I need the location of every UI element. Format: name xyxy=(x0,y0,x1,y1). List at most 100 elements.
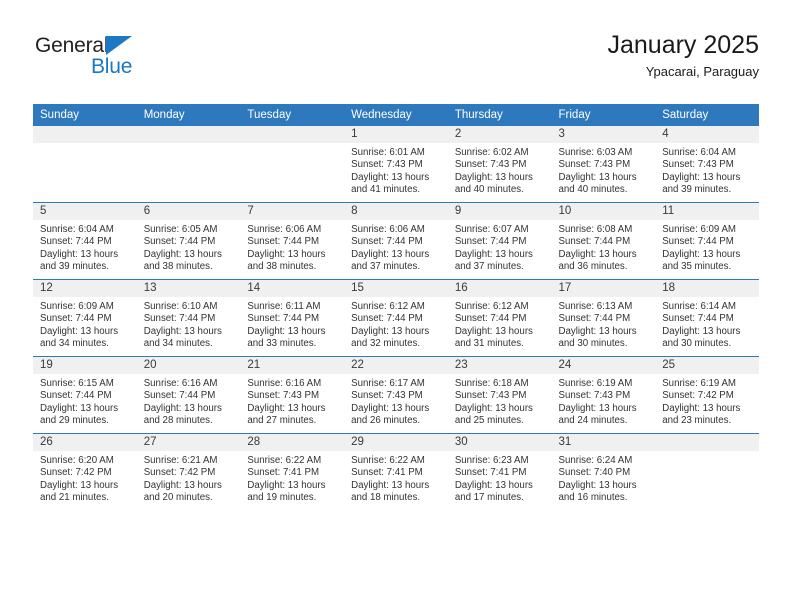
day-number: 29 xyxy=(344,434,448,451)
day-number: 14 xyxy=(240,280,345,297)
calendar-header-row: Sunday Monday Tuesday Wednesday Thursday… xyxy=(33,104,759,126)
sunrise-text: Sunrise: 6:19 AM xyxy=(662,378,736,389)
day-details: Sunrise: 6:12 AM Sunset: 7:44 PM Daylight:… xyxy=(448,297,552,351)
calendar-day-cell[interactable]: 7 Sunrise: 6:06 AM Sunset: 7:44 PM Daylight… xyxy=(240,202,345,280)
day-number: 15 xyxy=(344,280,448,297)
sunrise-text: Sunrise: 6:07 AM xyxy=(454,224,529,235)
sunrise-text: Sunrise: 6:04 AM xyxy=(40,224,114,235)
calendar-day-cell[interactable]: 31 Sunrise: 6:24 AM Sunset: 7:40 PM Dayligh… xyxy=(551,433,656,510)
daylight-text: Daylight: 13 hours and 39 minutes. xyxy=(662,171,741,196)
daylight-text: Daylight: 13 hours and 19 minutes. xyxy=(247,479,326,504)
calendar-day-cell[interactable]: 22 Sunrise: 6:17 AM Sunset: 7:43 PM Dayligh… xyxy=(344,356,448,434)
location-subtitle: Ypacarai, Paraguay xyxy=(645,64,759,79)
sunset-text: Sunset: 7:43 PM xyxy=(247,390,320,402)
calendar-day-cell[interactable]: 30 Sunrise: 6:23 AM Sunset: 7:41 PM Dayligh… xyxy=(447,433,552,510)
calendar-body: 1 Sunrise: 6:01 AM Sunset: 7:43 PM Daylight… xyxy=(33,126,759,510)
calendar-day-cell[interactable]: 12 Sunrise: 6:09 AM Sunset: 7:44 PM Dayligh… xyxy=(33,279,137,357)
calendar-day-cell[interactable]: 1 Sunrise: 6:01 AM Sunset: 7:43 PM Daylight… xyxy=(344,126,448,203)
sunrise-text: Sunrise: 6:06 AM xyxy=(247,224,322,235)
calendar-day-cell[interactable]: 16 Sunrise: 6:12 AM Sunset: 7:44 PM Dayligh… xyxy=(447,279,552,357)
day-number: 18 xyxy=(655,280,759,297)
day-details: Sunrise: 6:21 AM Sunset: 7:42 PM Daylight:… xyxy=(137,451,241,505)
calendar-day-cell[interactable]: 27 Sunrise: 6:21 AM Sunset: 7:42 PM Dayligh… xyxy=(136,433,241,510)
day-number: 21 xyxy=(240,357,345,374)
sunset-text: Sunset: 7:44 PM xyxy=(558,236,631,248)
calendar-day-cell[interactable]: 24 Sunrise: 6:19 AM Sunset: 7:43 PM Dayligh… xyxy=(551,356,656,434)
day-number: 27 xyxy=(136,434,241,451)
sunset-text: Sunset: 7:43 PM xyxy=(558,390,631,402)
sunset-text: Sunset: 7:44 PM xyxy=(351,313,423,325)
calendar-day-cell-empty xyxy=(240,126,345,203)
weekday-header-monday: Monday xyxy=(136,104,241,126)
calendar-day-cell[interactable]: 8 Sunrise: 6:06 AM Sunset: 7:44 PM Daylight… xyxy=(344,202,448,280)
calendar-day-cell[interactable]: 4 Sunrise: 6:04 AM Sunset: 7:43 PM Daylight… xyxy=(655,126,759,203)
day-number: 12 xyxy=(33,280,137,297)
calendar-day-cell[interactable]: 13 Sunrise: 6:10 AM Sunset: 7:44 PM Dayligh… xyxy=(136,279,241,357)
calendar-week-row: 12 Sunrise: 6:09 AM Sunset: 7:44 PM Dayligh… xyxy=(33,279,759,357)
day-number: 11 xyxy=(655,203,759,220)
calendar-day-cell[interactable]: 23 Sunrise: 6:18 AM Sunset: 7:43 PM Dayligh… xyxy=(447,356,552,434)
sunrise-text: Sunrise: 6:16 AM xyxy=(247,378,322,389)
calendar-day-cell[interactable]: 29 Sunrise: 6:22 AM Sunset: 7:41 PM Dayligh… xyxy=(344,433,448,510)
calendar-day-cell[interactable]: 2 Sunrise: 6:02 AM Sunset: 7:43 PM Daylight… xyxy=(447,126,552,203)
day-details: Sunrise: 6:05 AM Sunset: 7:44 PM Daylight:… xyxy=(137,220,241,274)
calendar-day-cell[interactable]: 28 Sunrise: 6:22 AM Sunset: 7:41 PM Dayligh… xyxy=(240,433,345,510)
sunrise-text: Sunrise: 6:02 AM xyxy=(454,147,529,158)
logo-text-blue: Blue xyxy=(91,55,133,78)
calendar-day-cell[interactable]: 15 Sunrise: 6:12 AM Sunset: 7:44 PM Dayligh… xyxy=(344,279,448,357)
sunrise-text: Sunrise: 6:05 AM xyxy=(143,224,218,235)
calendar-day-cell[interactable]: 11 Sunrise: 6:09 AM Sunset: 7:44 PM Dayligh… xyxy=(655,202,759,280)
weekday-header-saturday: Saturday xyxy=(655,104,759,126)
daylight-text: Daylight: 13 hours and 28 minutes. xyxy=(143,402,222,427)
sunrise-text: Sunrise: 6:23 AM xyxy=(454,455,529,466)
weekday-header-row: Sunday Monday Tuesday Wednesday Thursday… xyxy=(33,104,759,126)
day-details: Sunrise: 6:19 AM Sunset: 7:43 PM Daylight:… xyxy=(552,374,656,428)
day-number: 6 xyxy=(136,203,241,220)
calendar-day-cell-empty xyxy=(136,126,241,203)
calendar-day-cell[interactable]: 17 Sunrise: 6:13 AM Sunset: 7:44 PM Dayligh… xyxy=(551,279,656,357)
calendar-day-cell[interactable]: 3 Sunrise: 6:03 AM Sunset: 7:43 PM Daylight… xyxy=(551,126,656,203)
calendar-day-cell[interactable]: 9 Sunrise: 6:07 AM Sunset: 7:44 PM Daylight… xyxy=(447,202,552,280)
sunset-text: Sunset: 7:44 PM xyxy=(454,313,527,325)
sunset-text: Sunset: 7:41 PM xyxy=(351,467,423,479)
day-details: Sunrise: 6:03 AM Sunset: 7:43 PM Daylight:… xyxy=(552,143,656,197)
logo-triangle-icon xyxy=(106,36,132,55)
sunset-text: Sunset: 7:43 PM xyxy=(454,159,527,171)
title-block: January 2025 Ypacarai, Paraguay xyxy=(607,30,759,80)
calendar-day-cell[interactable]: 26 Sunrise: 6:20 AM Sunset: 7:42 PM Dayligh… xyxy=(33,433,137,510)
sunset-text: Sunset: 7:44 PM xyxy=(143,313,216,325)
sunset-text: Sunset: 7:42 PM xyxy=(662,390,734,402)
calendar-day-cell[interactable]: 21 Sunrise: 6:16 AM Sunset: 7:43 PM Dayligh… xyxy=(240,356,345,434)
day-number: 20 xyxy=(136,357,241,374)
day-details: Sunrise: 6:09 AM Sunset: 7:44 PM Daylight:… xyxy=(655,220,759,274)
day-details: Sunrise: 6:06 AM Sunset: 7:44 PM Daylight:… xyxy=(344,220,448,274)
sunrise-text: Sunrise: 6:08 AM xyxy=(558,224,633,235)
sunset-text: Sunset: 7:44 PM xyxy=(40,236,112,248)
sunrise-text: Sunrise: 6:18 AM xyxy=(454,378,529,389)
calendar-day-cell[interactable]: 5 Sunrise: 6:04 AM Sunset: 7:44 PM Daylight… xyxy=(33,202,137,280)
sunrise-text: Sunrise: 6:19 AM xyxy=(558,378,633,389)
daylight-text: Daylight: 13 hours and 38 minutes. xyxy=(143,248,222,273)
calendar-day-cell[interactable]: 19 Sunrise: 6:15 AM Sunset: 7:44 PM Dayligh… xyxy=(33,356,137,434)
calendar-day-cell[interactable]: 20 Sunrise: 6:16 AM Sunset: 7:44 PM Dayligh… xyxy=(136,356,241,434)
page-header: General Blue January 2025 Ypacarai, Para… xyxy=(33,30,759,98)
daylight-text: Daylight: 13 hours and 39 minutes. xyxy=(40,248,119,273)
daylight-text: Daylight: 13 hours and 23 minutes. xyxy=(662,402,741,427)
day-number: 4 xyxy=(655,126,759,143)
calendar-day-cell[interactable]: 18 Sunrise: 6:14 AM Sunset: 7:44 PM Dayligh… xyxy=(655,279,759,357)
sunset-text: Sunset: 7:41 PM xyxy=(247,467,320,479)
day-number: 17 xyxy=(551,280,656,297)
calendar-day-cell[interactable]: 25 Sunrise: 6:19 AM Sunset: 7:42 PM Dayligh… xyxy=(655,356,759,434)
day-number: 16 xyxy=(447,280,552,297)
calendar-day-cell[interactable]: 10 Sunrise: 6:08 AM Sunset: 7:44 PM Dayligh… xyxy=(551,202,656,280)
sunset-text: Sunset: 7:44 PM xyxy=(662,313,734,325)
sunrise-text: Sunrise: 6:16 AM xyxy=(143,378,218,389)
sunset-text: Sunset: 7:44 PM xyxy=(351,236,423,248)
calendar-day-cell[interactable]: 6 Sunrise: 6:05 AM Sunset: 7:44 PM Daylight… xyxy=(136,202,241,280)
sunrise-text: Sunrise: 6:13 AM xyxy=(558,301,633,312)
sunset-text: Sunset: 7:44 PM xyxy=(40,390,112,402)
calendar-day-cell[interactable]: 14 Sunrise: 6:11 AM Sunset: 7:44 PM Dayligh… xyxy=(240,279,345,357)
daylight-text: Daylight: 13 hours and 35 minutes. xyxy=(662,248,741,273)
day-number: 23 xyxy=(447,357,552,374)
day-number: 30 xyxy=(447,434,552,451)
